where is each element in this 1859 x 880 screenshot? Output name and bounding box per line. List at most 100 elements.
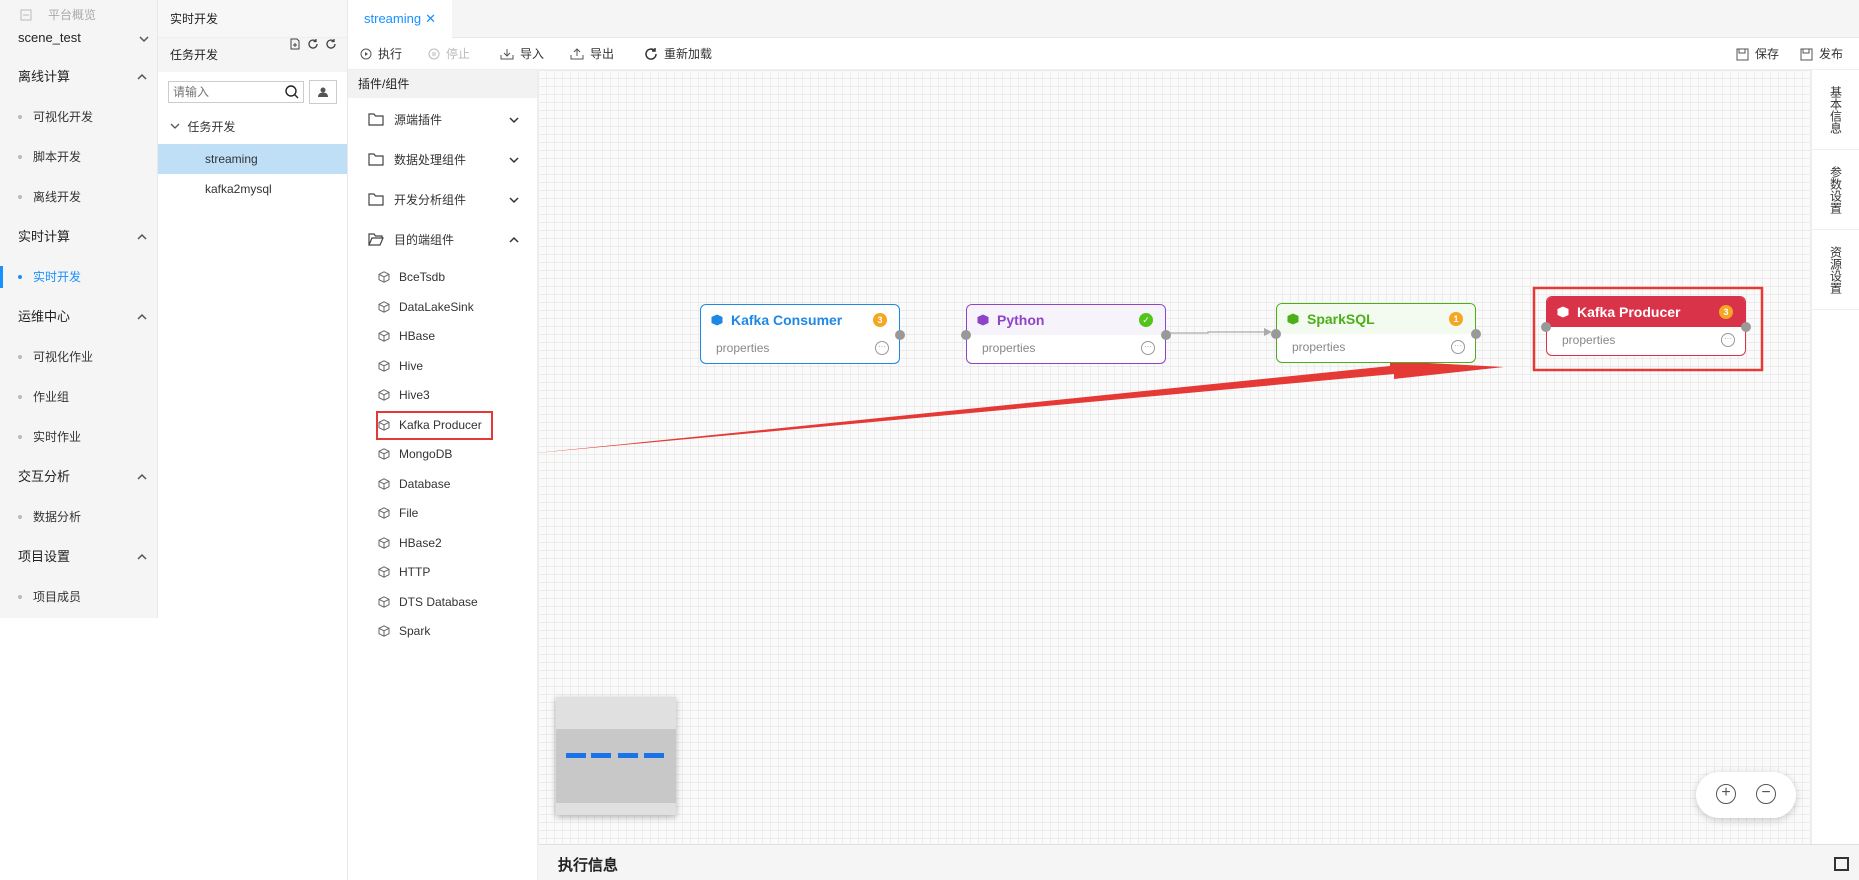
node-properties-label: properties	[716, 341, 770, 355]
chevron-up-icon	[509, 236, 519, 243]
stop-button[interactable]: 停止	[428, 38, 470, 70]
chevron-down-icon	[509, 117, 519, 124]
maximize-icon[interactable]	[1834, 857, 1849, 871]
more-icon[interactable]: ···	[1141, 341, 1155, 355]
node-badge: ✓	[1139, 313, 1153, 327]
import-icon	[500, 49, 514, 60]
refresh-icon[interactable]	[325, 38, 337, 50]
node-header: Kafka Consumer 3	[701, 305, 899, 335]
plugin-category-source[interactable]: 源端插件	[348, 100, 538, 140]
minimap[interactable]	[556, 697, 676, 815]
more-icon[interactable]: ···	[1451, 340, 1465, 354]
task-search	[168, 81, 304, 103]
task-search-input[interactable]	[169, 82, 279, 102]
nav-group-offline[interactable]: 离线计算	[0, 60, 158, 94]
nav-item-job-groups[interactable]: 作业组	[0, 380, 158, 414]
tab-streaming[interactable]: streaming ✕	[348, 0, 452, 38]
run-button[interactable]: 执行	[360, 38, 402, 70]
more-icon[interactable]: ···	[1721, 333, 1735, 347]
input-port[interactable]	[1271, 329, 1281, 339]
stop-icon	[428, 48, 440, 60]
task-folder[interactable]: 任务开发	[170, 118, 235, 135]
plugin-item-label: MongoDB	[399, 447, 453, 461]
publish-button[interactable]: 发布	[1800, 38, 1843, 70]
tab-resource-settings[interactable]: 资源设置	[1812, 230, 1859, 310]
zoom-out-icon[interactable]: −	[1756, 784, 1776, 804]
stop-label: 停止	[446, 47, 471, 61]
tab-label: streaming	[364, 11, 422, 26]
plugin-item-spark[interactable]: Spark	[348, 614, 538, 649]
minimap-node	[644, 753, 664, 758]
plugin-item-label: HTTP	[399, 565, 431, 579]
output-port[interactable]	[1741, 322, 1751, 332]
task-tree-subheader-label: 任务开发	[170, 48, 219, 62]
chevron-up-icon	[137, 73, 147, 80]
node-python[interactable]: Python ✓ properties ···	[961, 304, 1171, 364]
save-button[interactable]: 保存	[1736, 38, 1779, 70]
node-kafka-producer[interactable]: Kafka Producer 3 properties ···	[1541, 296, 1751, 356]
nav-group-analysis[interactable]: 交互分析	[0, 460, 158, 494]
nav-item-project-members[interactable]: 项目成员	[0, 580, 158, 614]
task-node-streaming[interactable]: streaming	[158, 144, 347, 174]
plugin-category-processing[interactable]: 数据处理组件	[348, 140, 538, 180]
node-sparksql[interactable]: SparkSQL 1 properties ···	[1271, 303, 1481, 363]
export-button[interactable]: 导出	[570, 38, 614, 70]
input-port[interactable]	[1541, 322, 1551, 332]
node-properties-label: properties	[1292, 340, 1346, 354]
execution-info-bar: 执行信息	[538, 844, 1859, 880]
minimap-node	[566, 753, 586, 758]
nav-item-realtime-dev[interactable]: 实时开发	[0, 260, 158, 294]
minimap-node	[591, 753, 611, 758]
nav-item-data-analysis[interactable]: 数据分析	[0, 500, 158, 534]
annotation-highlight-box	[376, 410, 493, 440]
nav-item-visual-dev[interactable]: 可视化开发	[0, 100, 158, 134]
nav-group-project-settings[interactable]: 项目设置	[0, 540, 158, 574]
close-icon[interactable]: ✕	[425, 11, 436, 26]
overview-icon	[20, 9, 32, 20]
annotation-arrow	[538, 361, 1504, 453]
node-properties-label: properties	[982, 341, 1036, 355]
sync-icon[interactable]	[307, 38, 319, 50]
plugin-category-analysis[interactable]: 开发分析组件	[348, 180, 538, 220]
cube-outline-icon	[378, 507, 390, 519]
nav-item-script-dev[interactable]: 脚本开发	[0, 140, 158, 174]
plugin-item-label: DataLakeSink	[399, 299, 474, 314]
output-port[interactable]	[1161, 330, 1171, 340]
node-header: SparkSQL 1	[1277, 304, 1475, 334]
task-node-kafka2mysql[interactable]: kafka2mysql	[158, 174, 347, 204]
more-icon[interactable]: ···	[875, 341, 889, 355]
new-file-icon[interactable]	[289, 38, 301, 50]
cube-icon	[711, 314, 723, 326]
node-badge: 3	[873, 313, 887, 327]
nav-item-visual-jobs[interactable]: 可视化作业	[0, 340, 158, 374]
node-properties: properties ···	[967, 335, 1165, 363]
input-port[interactable]	[961, 330, 971, 340]
nav-item-realtime-jobs[interactable]: 实时作业	[0, 420, 158, 454]
nav-group-realtime[interactable]: 实时计算	[0, 220, 158, 254]
platform-overview-link[interactable]: 平台概览	[20, 6, 96, 23]
search-icon[interactable]	[285, 85, 299, 99]
plugin-category-sink[interactable]: 目的端组件	[348, 220, 538, 260]
output-port[interactable]	[1471, 329, 1481, 339]
reload-button[interactable]: 重新加载	[644, 38, 712, 70]
node-kafka-consumer[interactable]: Kafka Consumer 3 properties ···	[700, 304, 905, 364]
user-filter-button[interactable]	[309, 80, 337, 104]
save-icon	[1736, 48, 1749, 60]
project-selector[interactable]: scene_test	[18, 30, 150, 52]
import-button[interactable]: 导入	[500, 38, 544, 70]
plugin-category-label: 数据处理组件	[394, 153, 467, 167]
edges-layer	[538, 286, 1764, 453]
flow-canvas[interactable]: Kafka Consumer 3 properties ··· Python ✓…	[538, 70, 1811, 844]
output-port[interactable]	[895, 330, 905, 340]
cube-outline-icon	[378, 389, 390, 401]
tab-basic-info[interactable]: 基本信息	[1812, 70, 1859, 150]
cube-outline-icon	[378, 300, 390, 313]
zoom-in-icon[interactable]: +	[1716, 784, 1736, 804]
cube-outline-icon	[378, 595, 390, 608]
plugin-item-label: Hive3	[399, 388, 430, 402]
nav-group-ops[interactable]: 运维中心	[0, 300, 158, 334]
node-badge: 3	[1719, 305, 1733, 319]
tab-param-settings[interactable]: 参数设置	[1812, 150, 1859, 230]
nav-item-offline-dev[interactable]: 离线开发	[0, 180, 158, 214]
play-icon	[360, 48, 372, 60]
